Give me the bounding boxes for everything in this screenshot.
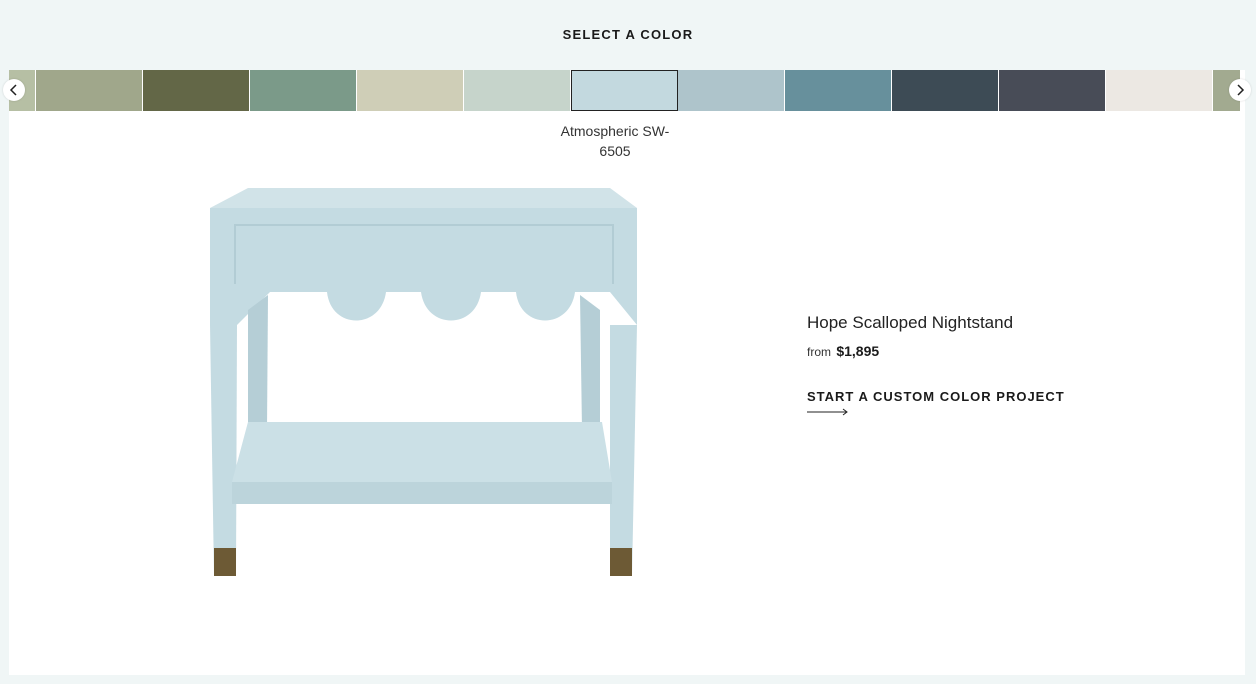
color-swatch[interactable]	[785, 70, 892, 111]
cta-label: START A CUSTOM COLOR PROJECT	[807, 389, 1065, 404]
color-swatch-selected[interactable]	[571, 70, 678, 111]
start-custom-color-project-link[interactable]: START A CUSTOM COLOR PROJECT	[807, 389, 1065, 416]
color-swatch[interactable]	[1106, 70, 1213, 111]
color-swatch[interactable]	[999, 70, 1106, 111]
long-arrow-right-icon	[807, 408, 848, 416]
product-name[interactable]: Hope Scalloped Nightstand	[807, 312, 1107, 334]
chevron-left-icon	[9, 84, 17, 96]
carousel-next-button[interactable]	[1229, 79, 1251, 101]
color-swatch[interactable]	[36, 70, 143, 111]
carousel-prev-button[interactable]	[3, 79, 25, 101]
color-swatch[interactable]	[250, 70, 357, 111]
color-swatch[interactable]	[464, 70, 571, 111]
product-image	[210, 188, 637, 576]
page-title: SELECT A COLOR	[562, 27, 694, 42]
color-swatch[interactable]	[892, 70, 999, 111]
color-swatch[interactable]	[678, 70, 785, 111]
product-info: Hope Scalloped Nightstand from $1,895 ST…	[807, 312, 1107, 416]
page: SELECT A COLOR Atmospheric SW-6505 Hope …	[0, 0, 1256, 684]
chevron-right-icon	[1237, 84, 1245, 96]
price-prefix: from	[807, 345, 831, 359]
color-swatch[interactable]	[357, 70, 464, 111]
color-swatch[interactable]	[143, 70, 250, 111]
selected-color-label: Atmospheric SW-6505	[560, 123, 670, 159]
product-price: $1,895	[836, 343, 880, 359]
price-row: from $1,895	[807, 343, 1107, 359]
color-swatch-carousel	[9, 70, 1245, 111]
